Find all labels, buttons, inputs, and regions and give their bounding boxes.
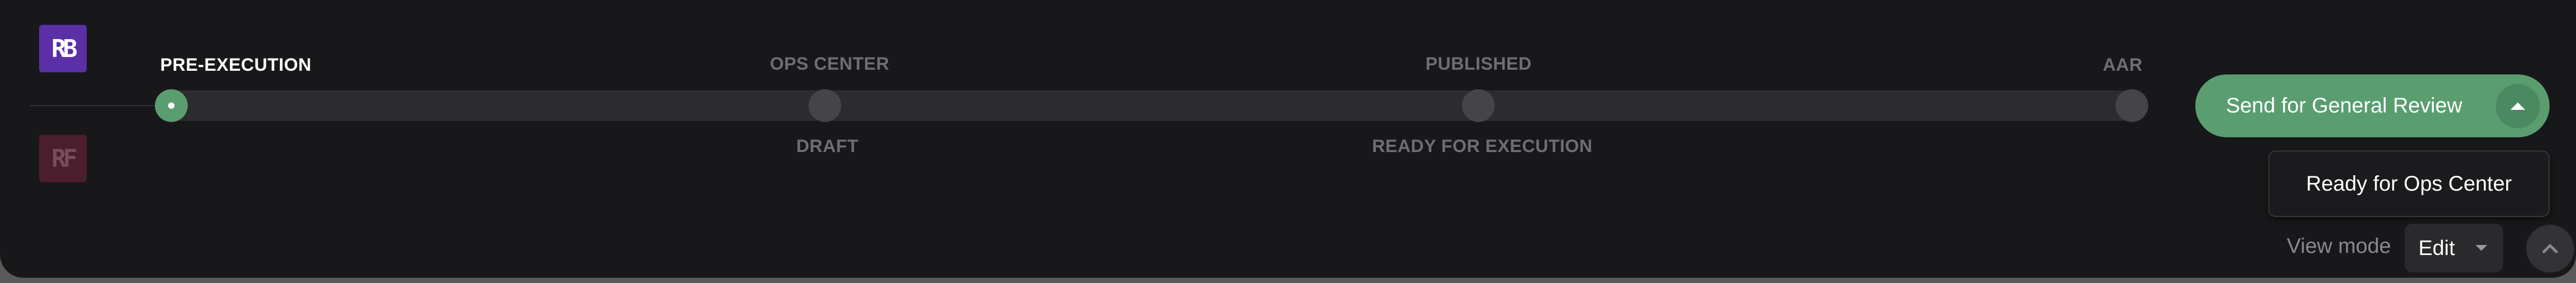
step-node-draft[interactable] bbox=[808, 89, 841, 122]
step-label-published: PUBLISHED bbox=[1425, 54, 1532, 74]
step-label-aar: AAR bbox=[2103, 55, 2143, 75]
workspace-avatar-secondary[interactable]: RF bbox=[39, 135, 87, 182]
chevron-up-icon bbox=[2510, 102, 2525, 110]
workspace-avatar-primary[interactable]: RB bbox=[39, 25, 87, 72]
step-label-draft: DRAFT bbox=[796, 136, 859, 156]
chevron-up-icon bbox=[2542, 244, 2558, 253]
send-for-general-review-button[interactable]: Send for General Review bbox=[2195, 74, 2550, 137]
workspace-avatar-secondary-initials: RF bbox=[51, 144, 77, 173]
workspace-divider bbox=[30, 105, 158, 106]
send-for-general-review-label: Send for General Review bbox=[2226, 94, 2462, 117]
menu-item-ready-for-ops-center[interactable]: Ready for Ops Center bbox=[2269, 152, 2549, 216]
view-mode-select[interactable]: Edit bbox=[2405, 224, 2503, 272]
actions-menu-toggle[interactable] bbox=[2496, 84, 2540, 128]
step-node-aar[interactable] bbox=[2115, 89, 2148, 122]
workflow-panel: RB RF PRE-EXECUTION OPS CENTER PUBLISHED… bbox=[0, 0, 2576, 278]
view-mode-value: Edit bbox=[2418, 236, 2455, 260]
current-step-dot bbox=[168, 102, 174, 109]
step-label-ops-center: OPS CENTER bbox=[770, 54, 890, 74]
chevron-down-icon bbox=[2476, 245, 2487, 251]
step-label-ready-for-execution: READY FOR EXECUTION bbox=[1372, 136, 1593, 156]
collapse-panel-button[interactable] bbox=[2525, 224, 2575, 273]
step-node-pre-execution[interactable] bbox=[155, 89, 188, 122]
actions-menu: Ready for Ops Center bbox=[2268, 150, 2550, 217]
step-label-pre-execution: PRE-EXECUTION bbox=[160, 55, 312, 75]
workspace-avatar-primary-initials: RB bbox=[51, 34, 77, 63]
workflow-track bbox=[159, 90, 2136, 121]
view-mode-label: View mode bbox=[2287, 234, 2391, 258]
step-node-ready-for-execution[interactable] bbox=[1462, 89, 1495, 122]
